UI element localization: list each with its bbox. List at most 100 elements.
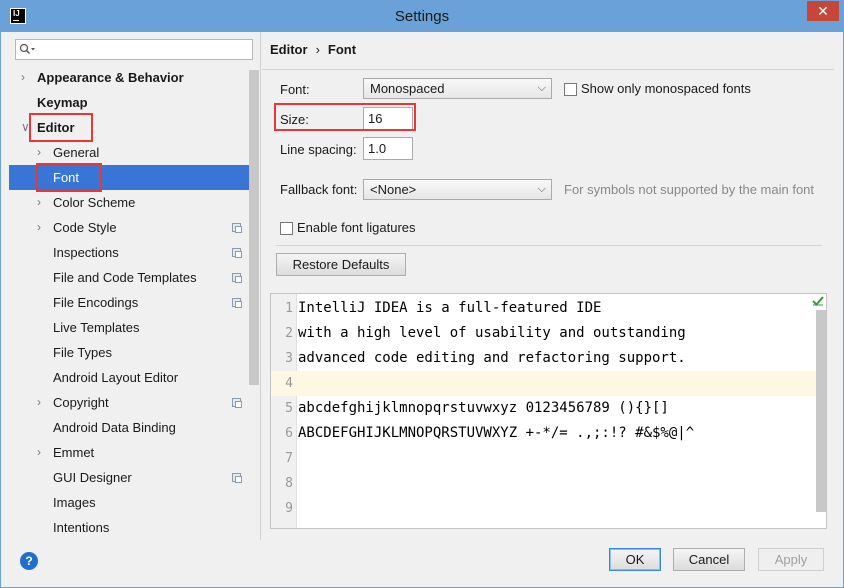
sidebar-item-file-types[interactable]: File Types	[9, 340, 249, 365]
chevron-right-icon[interactable]: ›	[37, 190, 47, 215]
preview-line: 4	[271, 371, 816, 396]
header-divider	[262, 69, 834, 70]
close-icon[interactable]: ✕	[807, 1, 839, 21]
preview-text: advanced code editing and refactoring su…	[298, 350, 686, 366]
preview-text: abcdefghijklmnopqrstuvwxyz 0123456789 ()…	[298, 400, 669, 416]
sidebar-item-copyright[interactable]: › Copyright	[9, 390, 249, 415]
sidebar-item-color-scheme[interactable]: › Color Scheme	[9, 190, 249, 215]
cancel-button[interactable]: Cancel	[673, 548, 745, 571]
fallback-font-label: Fallback font:	[280, 182, 358, 197]
font-preview-editor[interactable]: 1 IntelliJ IDEA is a full-featured IDE 2 wi…	[270, 293, 827, 529]
settings-search-box[interactable]	[15, 39, 253, 60]
search-icon	[19, 43, 35, 55]
project-scope-icon	[232, 398, 242, 408]
size-label: Size:	[280, 112, 309, 127]
settings-sidebar: › Appearance & Behavior Keymap ∨ Editor › Gene…	[9, 32, 261, 540]
preview-text: with a high level of usability and outst…	[298, 325, 686, 341]
chevron-right-icon[interactable]: ›	[21, 65, 31, 90]
font-label: Font:	[280, 82, 310, 97]
preview-line: 3 advanced code editing and refactoring s…	[271, 346, 816, 371]
preview-line: 9	[271, 496, 816, 521]
chevron-right-icon[interactable]: ›	[37, 390, 47, 415]
sidebar-item-label: File Types	[53, 345, 113, 360]
sidebar-item-android-layout-editor[interactable]: Android Layout Editor	[9, 365, 249, 390]
sidebar-item-file-encodings[interactable]: File Encodings	[9, 290, 249, 315]
breadcrumb: Editor › Font	[270, 42, 356, 57]
line-spacing-field[interactable]: 1.0	[363, 137, 413, 160]
project-scope-icon	[232, 273, 242, 283]
sidebar-item-images[interactable]: Images	[9, 490, 249, 515]
preview-line: 7	[271, 446, 816, 471]
preview-line: 8	[271, 471, 816, 496]
preview-text: IntelliJ IDEA is a full-featured IDE	[298, 300, 602, 316]
line-number: 1	[285, 301, 293, 316]
preview-text: ABCDEFGHIJKLMNOPQRSTUVWXYZ +-*/= .,;:!? …	[298, 425, 695, 441]
sidebar-item-label: Code Style	[53, 220, 117, 235]
project-scope-icon	[232, 223, 242, 233]
chevron-right-icon[interactable]: ›	[37, 140, 47, 165]
inspection-ok-icon	[812, 296, 824, 306]
sidebar-item-label: Appearance & Behavior	[37, 70, 184, 85]
chevron-right-icon[interactable]: ›	[37, 215, 47, 240]
sidebar-item-font[interactable]: Font	[9, 165, 259, 190]
line-number: 3	[285, 351, 293, 366]
sidebar-item-appearance-behavior[interactable]: › Appearance & Behavior	[9, 65, 249, 90]
show-monospaced-checkbox[interactable]	[564, 83, 577, 96]
size-field[interactable]: 16	[363, 107, 413, 130]
sidebar-item-label: Editor	[37, 120, 75, 135]
sidebar-item-label: Android Layout Editor	[53, 370, 179, 385]
sidebar-item-label: Color Scheme	[53, 195, 136, 210]
project-scope-icon	[232, 298, 242, 308]
sidebar-item-emmet[interactable]: › Emmet	[9, 440, 249, 465]
sidebar-scrollbar[interactable]	[249, 70, 259, 385]
line-number: 7	[285, 451, 293, 466]
sidebar-item-label: Keymap	[37, 95, 88, 110]
settings-window: IJ Settings ✕ › Appearance & Behavior Keym…	[0, 0, 844, 588]
fallback-font-combobox[interactable]: <None> ⌵	[363, 179, 552, 200]
sidebar-item-gui-designer[interactable]: GUI Designer	[9, 465, 249, 490]
sidebar-item-label: Copyright	[53, 395, 109, 410]
preview-line: 1 IntelliJ IDEA is a full-featured IDE	[271, 296, 816, 321]
sidebar-item-intentions[interactable]: Intentions	[9, 515, 249, 540]
settings-search-input[interactable]	[40, 41, 248, 58]
sidebar-item-label: Android Data Binding	[53, 420, 176, 435]
font-ligatures-checkbox[interactable]	[280, 222, 293, 235]
line-number: 9	[285, 501, 293, 516]
line-number: 5	[285, 401, 293, 416]
sidebar-item-label: Live Templates	[53, 320, 140, 335]
sidebar-item-inspections[interactable]: Inspections	[9, 240, 249, 265]
dialog-footer: ? OK Cancel Apply	[1, 540, 843, 588]
line-number: 6	[285, 426, 293, 441]
line-number: 4	[285, 376, 293, 391]
chevron-down-icon[interactable]: ∨	[21, 115, 31, 140]
sidebar-item-label: Inspections	[53, 245, 119, 260]
chevron-right-icon[interactable]: ›	[37, 440, 47, 465]
sidebar-item-editor[interactable]: ∨ Editor	[9, 115, 249, 140]
show-monospaced-label: Show only monospaced fonts	[581, 81, 751, 96]
sidebar-item-code-style[interactable]: › Code Style	[9, 215, 249, 240]
sidebar-item-label: File Encodings	[53, 295, 139, 310]
sidebar-item-android-data-binding[interactable]: Android Data Binding	[9, 415, 249, 440]
font-combobox[interactable]: Monospaced ⌵	[363, 78, 552, 99]
breadcrumb-parent[interactable]: Editor	[270, 42, 308, 57]
preview-line: 6 ABCDEFGHIJKLMNOPQRSTUVWXYZ +-*/= .,;:!?…	[271, 421, 816, 446]
apply-button[interactable]: Apply	[758, 548, 824, 571]
sidebar-item-label: General	[53, 145, 100, 160]
sidebar-item-general[interactable]: › General	[9, 140, 249, 165]
font-settings-panel: Editor › Font Font: Monospaced ⌵ Show only…	[262, 32, 834, 540]
project-scope-icon	[232, 248, 242, 258]
ok-button[interactable]: OK	[609, 548, 661, 571]
sidebar-item-label: Font	[53, 170, 80, 185]
sidebar-item-live-templates[interactable]: Live Templates	[9, 315, 249, 340]
sidebar-item-keymap[interactable]: Keymap	[9, 90, 249, 115]
chevron-down-icon: ⌵	[537, 82, 546, 94]
line-number: 8	[285, 476, 293, 491]
help-icon[interactable]: ?	[20, 552, 38, 570]
restore-defaults-button[interactable]: Restore Defaults	[276, 253, 406, 276]
chevron-down-icon: ⌵	[537, 183, 546, 195]
preview-scrollbar[interactable]	[816, 310, 826, 512]
sidebar-item-file-and-code-templates[interactable]: File and Code Templates	[9, 265, 249, 290]
breadcrumb-current: Font	[327, 42, 357, 57]
fallback-font-value: <None>	[370, 182, 417, 197]
sidebar-item-label: Emmet	[53, 445, 95, 460]
